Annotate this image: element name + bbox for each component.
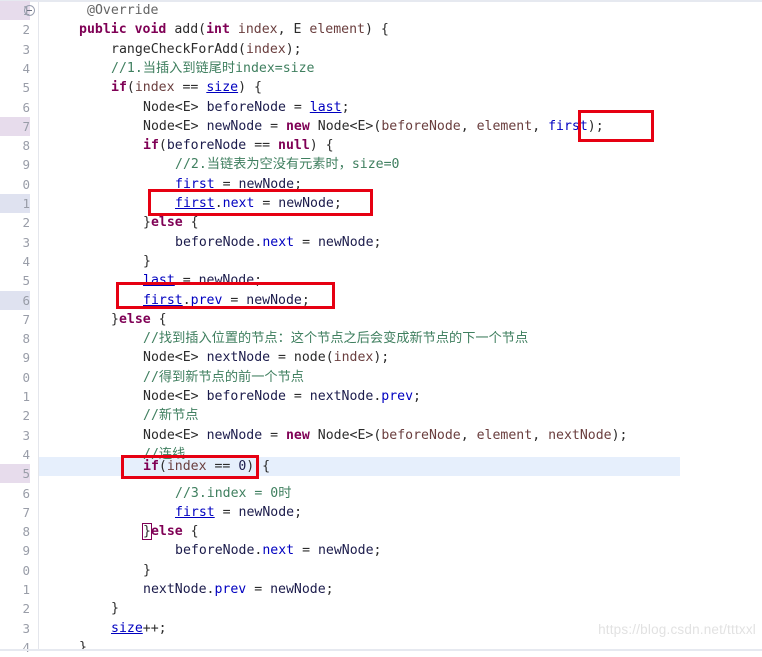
line-number: 5	[22, 80, 30, 96]
code-line[interactable]: //找到插入位置的节点：这个节点之后会变成新节点的下一个节点	[143, 329, 528, 348]
code-line[interactable]: //新节点	[143, 406, 198, 425]
line-number: 0	[22, 176, 30, 192]
code-line[interactable]: size++;	[111, 619, 167, 638]
line-number: 0	[22, 369, 30, 385]
line-number: 7	[22, 311, 30, 327]
code-content[interactable]: @Override public void add(int index, E e…	[39, 2, 762, 649]
code-line[interactable]: beforeNode.next = newNode;	[175, 233, 381, 252]
line-number: 2	[22, 408, 30, 424]
line-number: 1	[22, 582, 30, 597]
line-number: 9	[22, 543, 30, 559]
line-number: 6	[22, 485, 30, 501]
line-number: 2	[22, 215, 30, 231]
code-line[interactable]: first.next = newNode;	[175, 194, 342, 213]
code-line[interactable]: }else {	[111, 310, 167, 329]
line-number: 4	[22, 446, 30, 462]
code-line[interactable]: last = newNode;	[143, 271, 262, 290]
code-line[interactable]: //得到新节点的前一个节点	[143, 368, 304, 387]
code-line[interactable]: Node<E> newNode = new Node<E>(beforeNode…	[143, 117, 604, 136]
code-line[interactable]: if(index == size) {	[111, 78, 262, 97]
code-line[interactable]: rangeCheckForAdd(index);	[111, 40, 302, 59]
code-line[interactable]: }	[111, 599, 119, 618]
line-number: 8	[22, 138, 30, 154]
line-number: 7	[0, 116, 30, 137]
code-line[interactable]: @Override	[87, 2, 158, 20]
line-number: 2	[22, 22, 30, 38]
line-number: 5	[22, 273, 30, 289]
code-line[interactable]: }	[79, 638, 87, 649]
code-line[interactable]: //1.当插入到链尾时index=size	[111, 59, 314, 78]
code-line[interactable]: }	[143, 561, 151, 580]
code-editor[interactable]: 1 2 3 4 5 6 7 8 9 0 1 2 3 4 5 6 7 8 9 0 …	[0, 0, 762, 655]
code-line[interactable]: }else {	[143, 213, 199, 232]
code-line[interactable]: }	[143, 252, 151, 271]
line-number: 4	[22, 639, 30, 655]
line-number: 4	[22, 60, 30, 76]
code-line[interactable]: if(index == 0) {	[143, 457, 270, 476]
code-line[interactable]: //3.index = 0时	[175, 484, 291, 503]
line-number-gutter[interactable]: 1 2 3 4 5 6 7 8 9 0 1 2 3 4 5 6 7 8 9 0 …	[0, 1, 38, 655]
current-line-highlight	[39, 457, 680, 477]
code-line[interactable]: Node<E> beforeNode = last;	[143, 98, 350, 117]
line-number: 6	[22, 99, 30, 115]
line-number: 8	[22, 524, 30, 540]
line-number: 4	[22, 253, 30, 269]
code-line[interactable]: //2.当链表为空没有元素时，size=0	[175, 155, 399, 174]
line-number: 0	[22, 562, 30, 578]
code-fold-collapse-icon[interactable]	[24, 5, 35, 16]
code-line[interactable]: if(beforeNode == null) {	[143, 136, 334, 155]
line-number: 7	[22, 504, 30, 520]
blog-watermark: https://blog.csdn.net/tttxxl	[598, 622, 756, 637]
line-number: 1	[0, 194, 30, 214]
line-number: 3	[22, 234, 30, 250]
line-number: 3	[22, 620, 30, 636]
line-number: 3	[22, 41, 30, 57]
code-line[interactable]: first.prev = newNode;	[143, 291, 310, 310]
code-line[interactable]: Node<E> newNode = new Node<E>(beforeNode…	[143, 426, 628, 445]
line-number: 6	[0, 290, 30, 310]
line-number: 1	[22, 389, 30, 404]
line-number: 9	[22, 350, 30, 366]
line-number: 3	[22, 427, 30, 443]
code-line[interactable]: }else {	[142, 522, 199, 541]
line-number: 2	[22, 601, 30, 617]
line-number: 8	[22, 331, 30, 347]
code-line[interactable]: first = newNode;	[175, 503, 302, 522]
line-number: 5	[0, 464, 30, 484]
line-number: 9	[22, 157, 30, 173]
code-line[interactable]: nextNode.prev = newNode;	[143, 580, 334, 599]
code-line[interactable]: Node<E> beforeNode = nextNode.prev;	[143, 387, 421, 406]
code-line[interactable]: first = newNode;	[175, 175, 302, 194]
code-line[interactable]: beforeNode.next = newNode;	[175, 541, 381, 560]
code-line[interactable]: public void add(int index, E element) {	[79, 20, 389, 39]
code-line[interactable]: Node<E> nextNode = node(index);	[143, 348, 389, 367]
